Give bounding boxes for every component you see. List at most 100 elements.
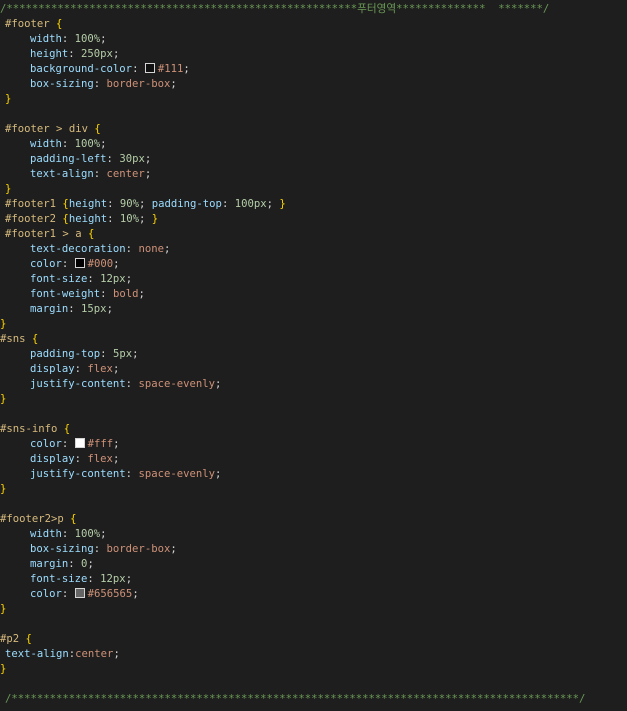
css-selector: #footer2>p <box>0 513 64 525</box>
brace: } <box>0 483 7 495</box>
punctuation: : <box>93 543 107 555</box>
css-property: padding-left <box>30 153 107 165</box>
punctuation: ; <box>106 303 113 315</box>
code-line[interactable]: text-align:center; <box>0 647 627 662</box>
code-line[interactable]: color: #000; <box>0 257 627 272</box>
code-line[interactable] <box>0 107 627 122</box>
code-line[interactable] <box>0 407 627 422</box>
punctuation: ; <box>170 78 177 90</box>
punctuation: : <box>87 273 101 285</box>
css-property: padding-top <box>30 348 101 360</box>
code-line[interactable]: box-sizing: border-box; <box>0 77 627 92</box>
number-value: 100% <box>74 33 101 45</box>
brace: } <box>279 198 286 210</box>
punctuation: ; <box>113 258 120 270</box>
code-line[interactable]: /***************************************… <box>0 2 627 17</box>
css-property: width <box>30 138 62 150</box>
css-selector: div <box>68 123 88 135</box>
code-line[interactable]: #p2 { <box>0 632 627 647</box>
code-line[interactable]: text-decoration: none; <box>0 242 627 257</box>
code-line[interactable]: #sns { <box>0 332 627 347</box>
code-line[interactable]: #footer { <box>0 17 627 32</box>
code-line[interactable]: font-size: 12px; <box>0 572 627 587</box>
code-line[interactable]: } <box>0 602 627 617</box>
number-value: 10% <box>119 213 139 225</box>
punctuation: : <box>68 48 82 60</box>
code-line[interactable]: display: flex; <box>0 362 627 377</box>
code-line[interactable] <box>0 617 627 632</box>
code-line[interactable]: box-sizing: border-box; <box>0 542 627 557</box>
punctuation: : <box>125 243 139 255</box>
code-line[interactable]: background-color: #111; <box>0 62 627 77</box>
code-line[interactable]: justify-content: space-evenly; <box>0 467 627 482</box>
color-swatch-icon[interactable] <box>74 588 85 598</box>
code-line[interactable] <box>0 497 627 512</box>
color-swatch-icon[interactable] <box>74 438 85 448</box>
punctuation: ; <box>112 453 120 465</box>
code-line[interactable]: width: 100%; <box>0 527 627 542</box>
code-line[interactable]: justify-content: space-evenly; <box>0 377 627 392</box>
punctuation: ; <box>87 558 94 570</box>
code-line[interactable]: padding-left: 30px; <box>0 152 627 167</box>
punctuation: : <box>93 78 107 90</box>
code-editor[interactable]: /***************************************… <box>0 0 627 711</box>
code-line[interactable]: } <box>0 92 627 107</box>
punctuation: ; <box>100 528 107 540</box>
code-line[interactable]: #footer1 > a { <box>0 227 627 242</box>
code-line[interactable]: #sns-info { <box>0 422 627 437</box>
css-property: box-sizing <box>30 78 94 90</box>
css-selector: #footer1 <box>5 228 57 240</box>
css-value: #656565 <box>87 588 133 600</box>
code-line[interactable]: } <box>0 482 627 497</box>
css-property: color <box>30 258 62 270</box>
code-line[interactable]: padding-top: 5px; <box>0 347 627 362</box>
css-value: border-box <box>106 78 171 90</box>
punctuation: : <box>125 468 139 480</box>
code-line[interactable]: #footer > div { <box>0 122 627 137</box>
punctuation: ; <box>144 153 152 165</box>
css-property: font-weight <box>30 288 101 300</box>
code-line[interactable]: #footer2>p { <box>0 512 627 527</box>
css-property: margin <box>30 303 69 315</box>
code-line[interactable]: text-align: center; <box>0 167 627 182</box>
color-swatch-icon[interactable] <box>74 258 85 268</box>
color-swatch-icon[interactable] <box>144 63 155 73</box>
code-line[interactable]: #footer1 {height: 90%; padding-top: 100p… <box>0 197 627 212</box>
code-line[interactable]: width: 100%; <box>0 32 627 47</box>
punctuation: ; <box>170 543 177 555</box>
code-line[interactable]: margin: 15px; <box>0 302 627 317</box>
code-line[interactable]: color: #656565; <box>0 587 627 602</box>
code-line[interactable]: color: #fff; <box>0 437 627 452</box>
code-line[interactable]: font-size: 12px; <box>0 272 627 287</box>
css-property: height <box>68 198 108 210</box>
punctuation: : <box>100 288 113 300</box>
brace: } <box>151 213 159 225</box>
css-value: space-evenly <box>138 378 215 390</box>
code-line[interactable]: } <box>0 662 627 677</box>
punctuation: : <box>61 588 75 600</box>
code-line[interactable]: /***************************************… <box>0 692 627 707</box>
code-line[interactable]: height: 250px; <box>0 47 627 62</box>
brace: { <box>56 18 63 30</box>
code-line[interactable]: margin: 0; <box>0 557 627 572</box>
css-property: color <box>30 438 62 450</box>
code-line[interactable]: } <box>0 182 627 197</box>
punctuation: ; <box>138 288 145 300</box>
punctuation: : <box>107 213 120 225</box>
css-property: padding-top <box>151 198 222 210</box>
code-line[interactable]: } <box>0 317 627 332</box>
css-property: font-size <box>30 573 88 585</box>
code-line[interactable]: #footer2 {height: 10%; } <box>0 212 627 227</box>
punctuation: ; <box>132 588 139 600</box>
brace: { <box>31 333 39 345</box>
brace: } <box>5 183 12 195</box>
punctuation: ; <box>139 198 152 210</box>
punctuation: ; <box>112 363 120 375</box>
punctuation: : <box>74 453 88 465</box>
code-line[interactable]: display: flex; <box>0 452 627 467</box>
punctuation: : <box>61 138 75 150</box>
code-line[interactable] <box>0 677 627 692</box>
code-line[interactable]: } <box>0 392 627 407</box>
code-line[interactable]: width: 100%; <box>0 137 627 152</box>
code-line[interactable]: font-weight: bold; <box>0 287 627 302</box>
